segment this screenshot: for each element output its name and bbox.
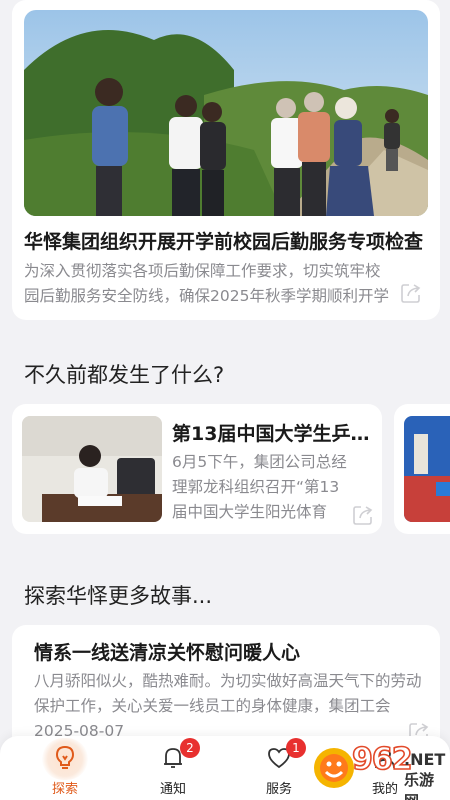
featured-photo <box>24 10 428 216</box>
tab-notifications[interactable]: 2 通知 <box>128 736 218 800</box>
watermark-name: 乐游网 <box>404 771 435 800</box>
explore-section-title: 探索华怿更多故事... <box>24 584 213 608</box>
recent-summary: 6月5下午，集团公司总经理郭龙科组织召开“第13届中国大学生阳光体育 <box>172 453 347 521</box>
recent-photo <box>22 416 162 522</box>
tab-label: 探索 <box>51 782 78 797</box>
recent-title: 第13届中国大学生乒乓球锦标赛 <box>172 423 372 445</box>
tab-explore[interactable]: 探索 <box>20 736 110 800</box>
featured-news-card[interactable]: 华怿集团组织开展开学前校园后勤服务专项检查 为深入贯彻落实各项后勤保障工作要求，… <box>12 0 440 320</box>
recent-news-card[interactable]: 第13届中国大学生乒乓球锦标赛 6月5下午，集团公司总经理郭龙科组织召开“第13… <box>12 404 382 534</box>
story-summary: 八月骄阳似火，酷热难耐。为切实做好高温天气下的劳动保护工作，关心关爱一线员工的身… <box>34 672 422 715</box>
site-watermark: 962 .NET 乐游网 <box>312 741 446 800</box>
recent-section-title: 不久前都发生了什么? <box>24 363 225 387</box>
lightbulb-icon <box>51 744 79 772</box>
featured-summary: 为深入贯彻落实各项后勤保障工作要求，切实筑牢校园后勤服务安全防线，确保2025年… <box>24 262 389 305</box>
story-title: 情系一线送清凉关怀慰问暖人心 <box>34 642 301 664</box>
notification-badge: 2 <box>180 738 200 758</box>
watermark-logo-icon <box>312 746 356 790</box>
services-badge: 1 <box>286 738 306 758</box>
recent-news-card-peek[interactable] <box>394 404 450 534</box>
share-icon[interactable] <box>400 282 422 304</box>
tab-label: 服务 <box>265 782 292 797</box>
featured-title: 华怿集团组织开展开学前校园后勤服务专项检查 <box>24 231 424 253</box>
tab-label: 通知 <box>159 782 186 797</box>
recent-photo-peek <box>404 416 450 522</box>
share-icon[interactable] <box>352 504 374 526</box>
tab-services[interactable]: 1 服务 <box>234 736 324 800</box>
watermark-domain: .NET <box>404 750 446 769</box>
watermark-number: 962 <box>351 741 413 778</box>
